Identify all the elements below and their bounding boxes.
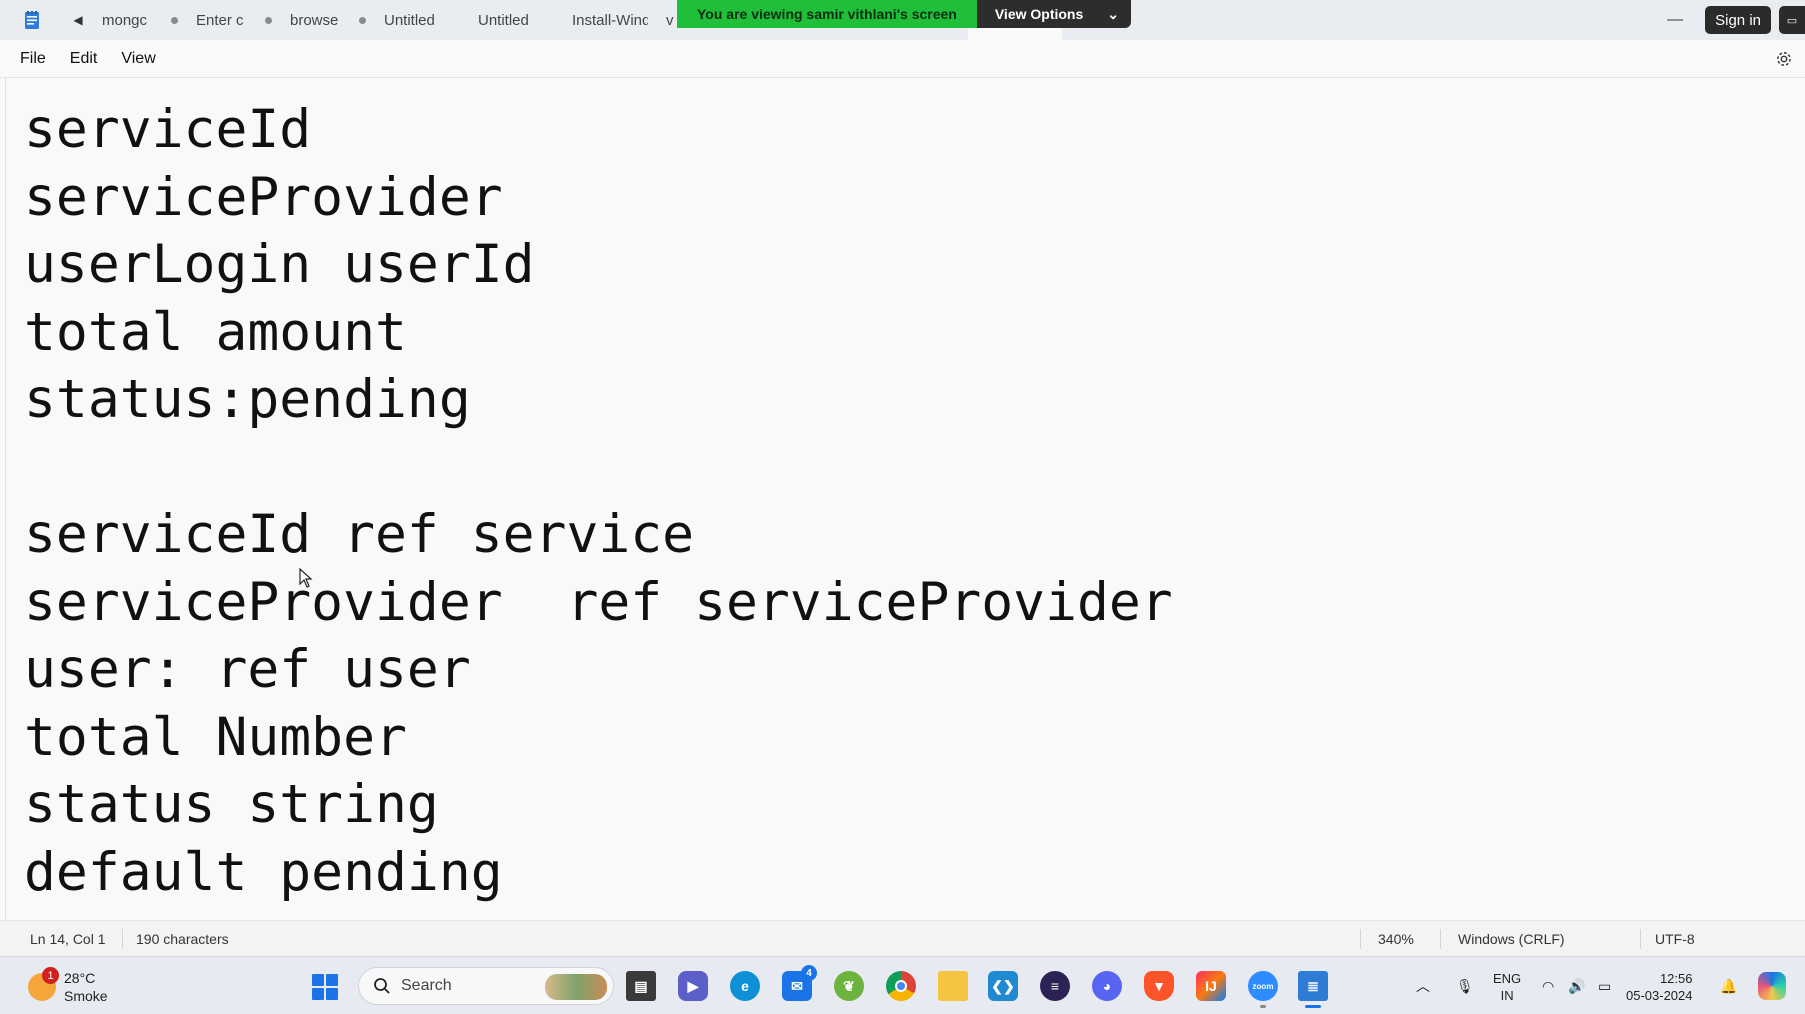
scroll-tabs-left-icon[interactable]: ◀ [64, 0, 92, 40]
chrome-icon[interactable] [886, 971, 916, 1001]
tab-label: Untitled [384, 11, 435, 29]
tab-0[interactable]: mongc [92, 0, 186, 40]
editor-line[interactable]: serviceProvider [24, 164, 1173, 232]
editor-line[interactable]: default pending [24, 839, 1173, 907]
weather-description: Smoke [64, 988, 108, 1004]
minimize-icon[interactable]: — [1645, 0, 1705, 40]
view-options-label: View Options [994, 6, 1084, 22]
zoom-level[interactable]: 340% [1378, 931, 1414, 947]
editor-line[interactable]: user: ref user [24, 636, 1173, 704]
tab-label: Install-Winde [572, 11, 648, 29]
tab-label: Untitled [478, 11, 529, 29]
menu-edit[interactable]: Edit [60, 50, 108, 68]
screen-share-text: You are viewing samir vithlani's screen [677, 0, 977, 28]
editor-line[interactable]: serviceId [24, 96, 1173, 164]
volume-icon[interactable]: 🔊 [1568, 957, 1585, 1014]
show-hidden-icons-chevron-up-icon[interactable]: ︿ [1416, 957, 1430, 1014]
zoom-icon[interactable]: zoom [1248, 971, 1278, 1008]
search-highlight-image [545, 974, 607, 1000]
tab-2[interactable]: browse [280, 0, 374, 40]
mail-badge: 4 [801, 965, 817, 981]
sign-in-button[interactable]: Sign in [1705, 6, 1771, 34]
unsaved-dot-icon[interactable] [265, 16, 272, 24]
unsaved-dot-icon[interactable] [359, 16, 366, 24]
editor-line[interactable]: status string [24, 771, 1173, 839]
menu-file[interactable]: File [10, 50, 56, 68]
eclipse-icon[interactable]: ≡ [1040, 971, 1070, 1001]
tab-label: browse [290, 11, 339, 29]
encoding[interactable]: UTF-8 [1655, 931, 1695, 947]
vscode-icon[interactable]: ❮❯ [988, 971, 1018, 1001]
file-explorer-icon[interactable]: ▤ [626, 971, 656, 1001]
tab-5[interactable]: Install-Winde [562, 0, 656, 40]
notification-bell-icon[interactable]: 🔔 [1720, 957, 1737, 1014]
brave-icon[interactable]: ▼ [1144, 971, 1174, 1001]
teams-icon[interactable]: ▶ [678, 971, 708, 1001]
window-controls: — Sign in ▭ [1645, 0, 1805, 40]
lang-line1: ENG [1493, 971, 1522, 986]
editor-text[interactable]: serviceId serviceProvider userLogin userId… [24, 96, 1173, 906]
weather-badge: 1 [42, 967, 59, 984]
input-language[interactable]: ENG IN [1493, 970, 1521, 1004]
tab-4[interactable]: Untitled [468, 0, 562, 40]
windows-start-icon[interactable] [312, 974, 338, 1000]
cursor-position: Ln 14, Col 1 [30, 931, 106, 947]
clock-time: 12:56 [1659, 971, 1693, 986]
maximize-icon[interactable]: ▭ [1779, 6, 1805, 34]
chevron-down-icon: ⌄ [1107, 5, 1120, 22]
editor-line[interactable]: serviceId ref service [24, 501, 1173, 569]
spring-icon[interactable]: ❦ [834, 971, 864, 1001]
tab-1[interactable]: Enter c [186, 0, 280, 40]
search-placeholder: Search [401, 977, 452, 994]
intellij-icon[interactable]: IJ [1196, 971, 1226, 1001]
line-ending[interactable]: Windows (CRLF) [1458, 931, 1565, 947]
character-count: 190 characters [136, 931, 229, 947]
tab-label: mongc [102, 11, 148, 29]
editor-line[interactable]: total amount [24, 299, 1173, 367]
tab-label: Enter c [196, 11, 244, 29]
battery-icon[interactable]: ▭ [1598, 957, 1611, 1014]
discord-icon[interactable]: ◕ [1092, 971, 1122, 1001]
editor-line[interactable]: userLogin userId [24, 231, 1173, 299]
search-icon [374, 978, 390, 994]
lang-line2: IN [1500, 988, 1514, 1003]
tab-3[interactable]: Untitled [374, 0, 468, 40]
editor-line[interactable]: total Number [24, 704, 1173, 772]
mouse-pointer-icon [299, 568, 313, 588]
folder-icon[interactable] [938, 971, 968, 1001]
editor-line[interactable]: serviceProvider ref serviceProvider [24, 569, 1173, 637]
screen-share-banner: You are viewing samir vithlani's screen … [677, 0, 1132, 28]
menu-bar: File Edit View [0, 40, 1805, 78]
weather-temperature: 28°C [64, 970, 96, 986]
unsaved-dot-icon[interactable] [171, 16, 178, 24]
weather-widget[interactable]: 1 28°C Smoke [28, 967, 108, 1005]
microphone-icon[interactable]: 🎙 [1456, 957, 1474, 1014]
copilot-icon[interactable] [1758, 957, 1786, 1014]
weather-icon: 1 [28, 967, 59, 1001]
notepad-icon[interactable]: ≣ [1298, 971, 1328, 1008]
status-bar: Ln 14, Col 1 190 characters 340% Windows… [0, 920, 1805, 956]
gear-icon[interactable] [1775, 50, 1793, 68]
taskbar-search[interactable]: Search [358, 967, 614, 1005]
edge-icon[interactable]: e [730, 971, 760, 1001]
clock-date: 05-03-2024 [1626, 988, 1693, 1003]
menu-view[interactable]: View [111, 50, 165, 68]
editor-line[interactable] [24, 434, 1173, 502]
text-editor[interactable]: serviceId serviceProvider userLogin userId… [5, 78, 1805, 920]
notepad-app-icon [0, 0, 64, 40]
view-options-button[interactable]: View Options ⌄ [976, 0, 1132, 28]
mail-icon[interactable]: ✉ 4 [782, 965, 817, 1001]
taskbar: 1 28°C Smoke Search ▤ ▶ e ✉ 4 ❦ ❮❯ ≡ ◕ ▼ … [0, 956, 1805, 1014]
wifi-icon[interactable]: ◠ [1542, 957, 1554, 1014]
editor-line[interactable]: status:pending [24, 366, 1173, 434]
system-clock[interactable]: 12:56 05-03-2024 [1626, 970, 1693, 1004]
